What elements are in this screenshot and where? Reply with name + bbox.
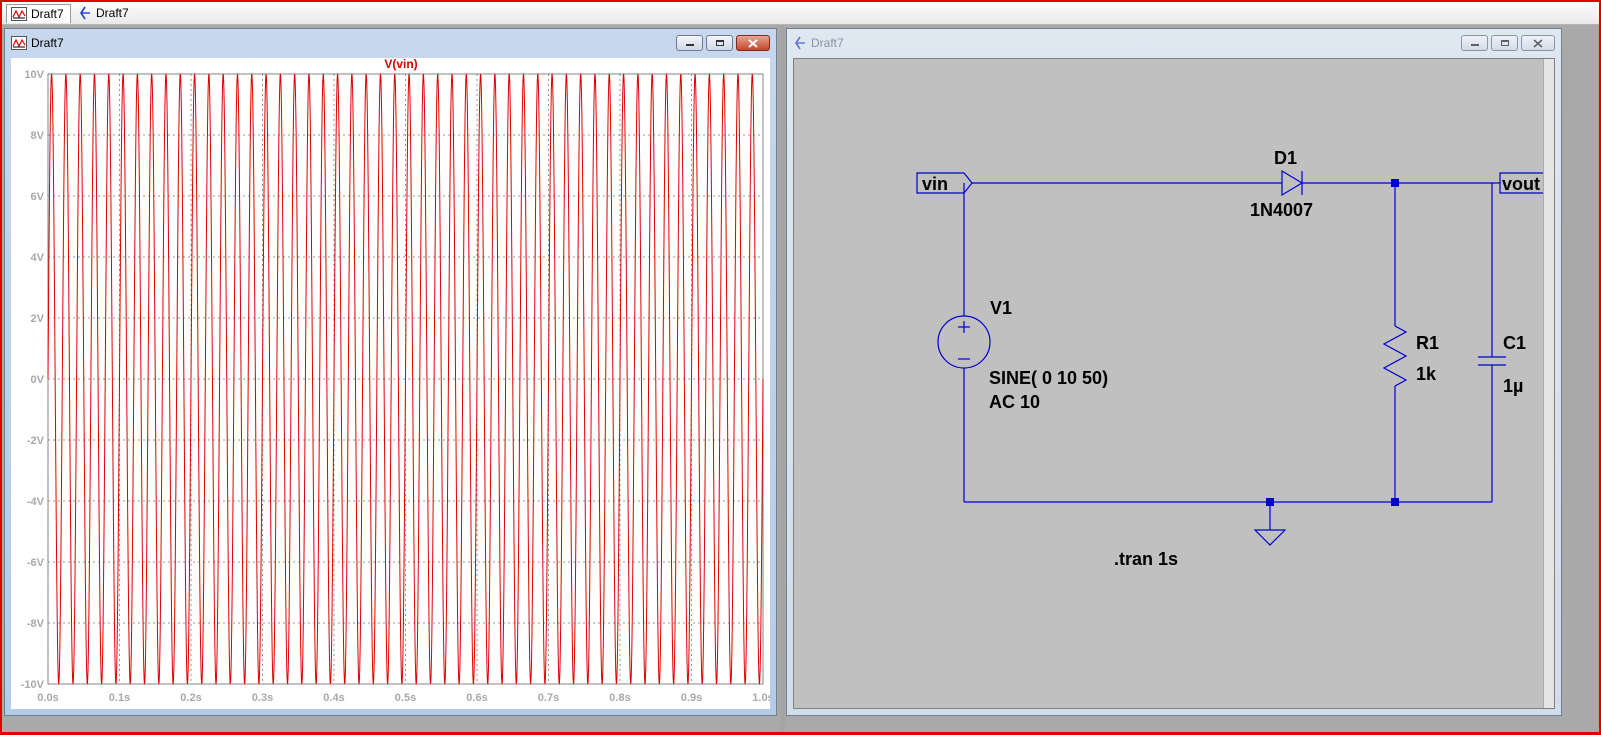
window-title: Draft7 bbox=[811, 36, 844, 50]
y-tick-label: 0V bbox=[31, 374, 45, 386]
x-tick-label: 1.0s bbox=[752, 692, 770, 704]
y-tick-label: -4V bbox=[27, 496, 45, 508]
y-tick-label: -8V bbox=[27, 618, 45, 630]
x-tick-label: 0.5s bbox=[395, 692, 416, 704]
ground-symbol[interactable] bbox=[1253, 529, 1287, 546]
tab-waveform-draft7[interactable]: Draft7 bbox=[6, 4, 71, 23]
y-tick-label: 10V bbox=[24, 69, 44, 81]
y-tick-label: 2V bbox=[31, 313, 45, 325]
restore-icon bbox=[1500, 40, 1509, 46]
y-tick-label: 6V bbox=[31, 191, 45, 203]
close-button[interactable] bbox=[1521, 35, 1555, 51]
component-name-d1[interactable]: D1 bbox=[1274, 148, 1297, 168]
component-value-c1[interactable]: 1µ bbox=[1503, 376, 1523, 396]
component-value-d1[interactable]: 1N4007 bbox=[1250, 200, 1313, 220]
net-label-vout[interactable]: vout bbox=[1502, 174, 1540, 194]
component-value-r1[interactable]: 1k bbox=[1416, 364, 1437, 384]
waveform-plot[interactable]: 10V 8V 6V 4V 2V 0V -2V -4V -6V -8V -10V0.0s 0.1s 0.2… bbox=[11, 58, 770, 709]
tab-label: Draft7 bbox=[31, 7, 64, 21]
minimize-button[interactable] bbox=[1461, 35, 1488, 51]
voltage-source-v1[interactable] bbox=[937, 315, 991, 369]
x-tick-label: 0.2s bbox=[180, 692, 201, 704]
close-icon bbox=[748, 38, 758, 48]
net-label-vin[interactable]: vin bbox=[922, 174, 948, 194]
x-tick-label: 0.4s bbox=[323, 692, 344, 704]
x-tick-label: 0.7s bbox=[538, 692, 559, 704]
waveform-icon bbox=[11, 7, 27, 21]
tab-schematic-draft7[interactable]: Draft7 bbox=[74, 4, 135, 22]
component-ac-v1[interactable]: AC 10 bbox=[989, 392, 1040, 412]
y-tick-label: -2V bbox=[27, 435, 45, 447]
schematic-drawing[interactable]: vin vout D1 1N4007 V1 SINE( 0 10 50) AC … bbox=[794, 59, 1555, 709]
y-tick-label: -10V bbox=[21, 679, 45, 691]
minimize-icon bbox=[685, 44, 694, 46]
waveform-plot-pane[interactable]: 10V 8V 6V 4V 2V 0V -2V -4V -6V -8V -10V 0.0s 0.1s 0.2… bbox=[11, 58, 770, 709]
schematic-icon bbox=[80, 6, 90, 20]
capacitor-c1[interactable] bbox=[1478, 356, 1506, 366]
junction-dot bbox=[1391, 179, 1399, 187]
vertical-scrollbar[interactable] bbox=[1543, 59, 1554, 708]
x-tick-label: 0.9s bbox=[681, 692, 702, 704]
trace-label-vvin[interactable]: V(vin) bbox=[384, 58, 417, 71]
close-button[interactable] bbox=[736, 35, 770, 51]
schematic-canvas[interactable]: vin vout D1 1N4007 V1 SINE( 0 10 50) AC … bbox=[793, 58, 1555, 709]
component-name-v1[interactable]: V1 bbox=[990, 298, 1012, 318]
x-tick-label: 0.3s bbox=[252, 692, 273, 704]
y-tick-label: 8V bbox=[31, 130, 45, 142]
x-tick-label: 0.8s bbox=[609, 692, 630, 704]
schematic-icon bbox=[795, 36, 805, 50]
junction-dot bbox=[1266, 498, 1274, 506]
restore-button[interactable] bbox=[1491, 35, 1518, 51]
schematic-window-titlebar[interactable]: Draft7 bbox=[787, 29, 1561, 57]
schematic-window[interactable]: Draft7 vin vout D1 1N4007 V1 SINE(0 10 … bbox=[786, 28, 1562, 716]
window-title: Draft7 bbox=[31, 36, 64, 50]
waveform-window-titlebar[interactable]: Draft7 bbox=[5, 29, 776, 57]
spice-directive[interactable]: .tran 1s bbox=[1114, 549, 1178, 569]
component-value-v1[interactable]: SINE( 0 10 50) bbox=[989, 368, 1108, 388]
window-splitter[interactable] bbox=[780, 25, 785, 732]
waveform-icon bbox=[11, 36, 27, 50]
x-tick-label: 0.1s bbox=[109, 692, 130, 704]
tab-label: Draft7 bbox=[96, 6, 129, 20]
x-tick-label: 0.0s bbox=[37, 692, 58, 704]
waveform-window[interactable]: Draft7 10V 8V 6V 4V 2V 0V -2V -4V -6V -8V -10V 0.0s… bbox=[4, 28, 777, 716]
document-tab-strip: Draft7 Draft7 bbox=[2, 2, 1599, 25]
y-tick-label: -6V bbox=[27, 557, 45, 569]
restore-button[interactable] bbox=[706, 35, 733, 51]
component-name-c1[interactable]: C1 bbox=[1503, 333, 1526, 353]
minimize-button[interactable] bbox=[676, 35, 703, 51]
x-tick-label: 0.6s bbox=[466, 692, 487, 704]
junction-dot bbox=[1391, 498, 1399, 506]
minimize-icon bbox=[1470, 44, 1479, 46]
diode-d1[interactable] bbox=[1281, 169, 1304, 197]
component-name-r1[interactable]: R1 bbox=[1416, 333, 1439, 353]
resistor-r1[interactable] bbox=[1382, 325, 1408, 387]
close-icon bbox=[1533, 38, 1543, 48]
y-tick-label: 4V bbox=[31, 252, 45, 264]
restore-icon bbox=[715, 40, 724, 46]
